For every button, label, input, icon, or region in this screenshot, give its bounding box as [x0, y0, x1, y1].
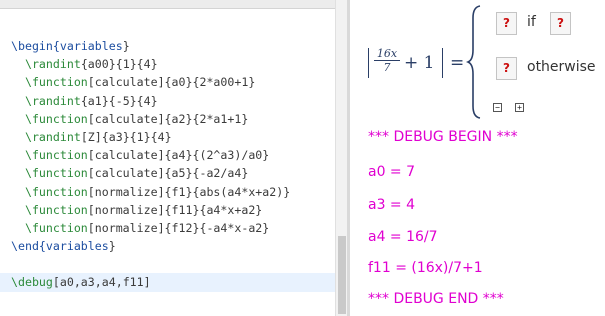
code-line[interactable]: \function[calculate]{a4}{(2^a3)/a0}: [0, 146, 335, 164]
code-line[interactable]: \function[normalize]{f1}{abs(a4*x+a2)}: [0, 183, 335, 201]
plus-one-term: + 1: [404, 53, 435, 73]
code-env-token: \begin{: [11, 39, 60, 53]
case1-value-placeholder[interactable]: ?: [496, 12, 517, 35]
code-line[interactable]: \function[calculate]{a0}{2*a00+1}: [0, 73, 335, 91]
debug-a4: a4 = 16/7: [368, 229, 438, 245]
code-command-token: \debug: [11, 275, 53, 290]
code-command-token: \randint: [11, 57, 81, 72]
code-text-token: }{: [129, 57, 144, 72]
code-lines[interactable]: \begin{variables} \randint{a00}{1}{4} \f…: [0, 37, 335, 292]
code-command-token: \function: [11, 75, 88, 90]
code-text-token: [normalize]{f1}{abs(a4*x+a2)}: [87, 184, 291, 199]
abs-bar-left: [368, 48, 370, 78]
code-command-token: \randint: [11, 93, 81, 108]
code-text-token: {a00}{: [80, 57, 123, 72]
code-line[interactable]: \begin{variables}: [0, 37, 335, 55]
fraction-denominator: 7: [383, 61, 391, 74]
code-line[interactable]: \end{variables}: [0, 237, 335, 255]
debug-begin: *** DEBUG BEGIN ***: [368, 129, 518, 145]
code-line[interactable]: \function[calculate]{a2}{2*a1+1}: [0, 110, 335, 128]
debug-a3: a3 = 4: [368, 197, 416, 213]
code-text-token: [a0,a3,a4,f11]: [52, 275, 151, 290]
code-text-token: [calculate]{a5}{-a2/a4}: [87, 166, 249, 181]
code-text-token: [Z]{a3}{1}{4}: [80, 129, 172, 144]
code-env-token: variables: [45, 239, 109, 254]
editor-top-border: [0, 0, 335, 9]
cases-brace: [466, 5, 481, 119]
code-command-token: \randint: [11, 129, 81, 144]
code-text-token: }: [122, 39, 130, 53]
code-text-token: }: [150, 57, 158, 72]
case2-value-placeholder[interactable]: ?: [496, 57, 517, 80]
debug-end: *** DEBUG END ***: [368, 291, 504, 307]
code-command-token: \function: [11, 184, 88, 199]
code-text-token: }: [108, 239, 116, 254]
code-text-token: [calculate]{a2}{2*a1+1}: [87, 111, 249, 126]
fraction-numerator: 16x: [374, 47, 400, 61]
case1-condition-placeholder[interactable]: ?: [550, 12, 571, 35]
code-line[interactable]: \randint[Z]{a3}{1}{4}: [0, 128, 335, 146]
remove-case-button[interactable]: −: [493, 103, 502, 112]
code-line[interactable]: \randint{a1}{-5}{4}: [0, 92, 335, 110]
code-command-token: \function: [11, 202, 88, 217]
code-text-token: [calculate]{a0}{2*a00+1}: [87, 75, 256, 90]
add-case-button[interactable]: +: [515, 103, 524, 112]
absolute-value-expression: 16x 7 + 1 =: [368, 44, 464, 78]
code-text-token: [calculate]{a4}{(2^a3)/a0}: [87, 148, 270, 163]
code-text-token: 4: [143, 57, 151, 72]
abs-bar-right: [442, 48, 444, 78]
code-line[interactable]: \function[normalize]{f11}{a4*x+a2}: [0, 201, 335, 219]
code-text-token: [normalize]{f11}{a4*x+a2}: [87, 202, 263, 217]
code-line[interactable]: \debug[a0,a3,a4,f11]: [0, 273, 335, 292]
code-text-token: [normalize]{f12}{-a4*x-a2}: [87, 220, 270, 235]
code-editor[interactable]: \begin{variables} \randint{a00}{1}{4} \f…: [0, 0, 335, 316]
code-text-token: 1: [122, 57, 130, 72]
code-command-token: \function: [11, 166, 88, 181]
code-line[interactable]: \function[normalize]{f12}{-a4*x-a2}: [0, 219, 335, 237]
debug-f11: f11 = (16x)/7+1: [368, 260, 483, 276]
code-command-token: \function: [11, 148, 88, 163]
preview-pane: 16x 7 + 1 = ? if ? ? otherwise − + *** D…: [350, 0, 605, 316]
code-command-token: \function: [11, 220, 88, 235]
code-env-token: \end{: [11, 239, 46, 254]
editor-scroll-thumb[interactable]: [338, 236, 346, 314]
code-env-token: variables: [59, 39, 123, 53]
case-otherwise-label: otherwise: [527, 59, 596, 75]
code-line[interactable]: \function[calculate]{a5}{-a2/a4}: [0, 164, 335, 182]
code-line[interactable]: [0, 255, 335, 273]
fraction: 16x 7: [374, 47, 400, 74]
code-text-token: {a1}{-5}{4}: [80, 93, 158, 108]
code-line[interactable]: \randint{a00}{1}{4}: [0, 55, 335, 73]
case-if-label: if: [527, 14, 536, 30]
debug-a0: a0 = 7: [368, 164, 416, 180]
equals-sign: =: [450, 53, 465, 73]
code-command-token: \function: [11, 111, 88, 126]
